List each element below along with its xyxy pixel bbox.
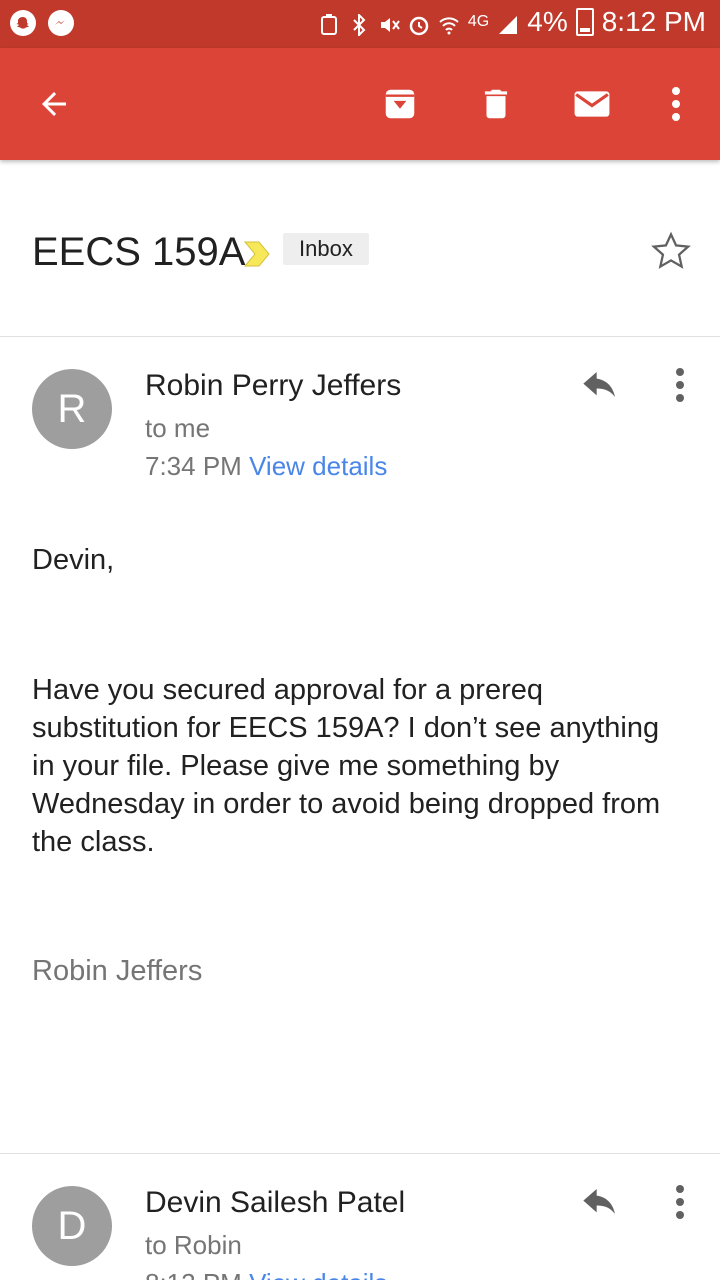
archive-button[interactable] xyxy=(372,76,428,132)
bluetooth-icon xyxy=(348,11,370,38)
message-body: Have you secured approval for a prereq s… xyxy=(32,674,661,858)
message-greeting: Devin, xyxy=(32,544,115,576)
message-time: 8:12 PM xyxy=(145,1268,242,1280)
view-details-link[interactable]: View details xyxy=(249,1268,387,1280)
mute-icon xyxy=(378,11,400,33)
message-card: D Devin Sailesh Patel to Robin 8:12 PM V… xyxy=(0,1154,720,1280)
subject-row: EECS 159A Inbox xyxy=(0,160,720,337)
alarm-icon xyxy=(408,11,430,36)
thread-subject: EECS 159A xyxy=(32,230,246,274)
archive-icon xyxy=(385,89,415,119)
messenger-icon xyxy=(48,10,74,36)
clock: 8:12 PM xyxy=(601,6,706,37)
overflow-menu-button[interactable] xyxy=(648,76,704,132)
network-type: 4G xyxy=(467,13,490,30)
importance-marker-icon[interactable] xyxy=(243,240,271,268)
delete-button[interactable] xyxy=(468,76,524,132)
view-details-link[interactable]: View details xyxy=(249,451,387,481)
wifi-icon xyxy=(438,11,460,35)
mark-unread-icon xyxy=(574,91,610,117)
battery-saver-icon xyxy=(318,11,340,35)
overflow-menu-icon xyxy=(672,87,680,121)
message-more-button[interactable] xyxy=(660,357,700,413)
delete-icon xyxy=(484,89,508,119)
avatar[interactable]: D xyxy=(32,1186,112,1266)
snapchat-icon xyxy=(10,10,36,36)
message-signature: Robin Jeffers xyxy=(32,955,203,987)
app-bar xyxy=(0,48,720,160)
sender-name[interactable]: Devin Sailesh Patel xyxy=(145,1186,405,1220)
more-vert-icon xyxy=(676,368,684,402)
reply-button[interactable] xyxy=(572,359,628,415)
back-button[interactable] xyxy=(26,76,82,132)
status-bar: 4G 4% 8:12 PM xyxy=(0,0,720,48)
recipient-line: to me xyxy=(145,413,211,443)
timestamp-line: 7:34 PM View details xyxy=(145,451,387,482)
message-card: R Robin Perry Jeffers to me 7:34 PM View… xyxy=(0,337,720,1153)
star-icon[interactable] xyxy=(650,230,692,272)
reply-button[interactable] xyxy=(572,1176,628,1232)
inbox-label[interactable]: Inbox xyxy=(283,233,369,265)
message-more-button[interactable] xyxy=(660,1174,700,1230)
timestamp-line: 8:12 PM View details xyxy=(145,1268,387,1280)
back-arrow-icon xyxy=(42,92,66,116)
avatar[interactable]: R xyxy=(32,369,112,449)
message-time: 7:34 PM xyxy=(145,451,242,481)
battery-icon xyxy=(575,8,594,36)
recipient-line: to Robin xyxy=(145,1230,242,1260)
sender-name[interactable]: Robin Perry Jeffers xyxy=(145,369,401,403)
reply-icon xyxy=(583,1189,615,1214)
mark-unread-button[interactable] xyxy=(564,76,620,132)
more-vert-icon xyxy=(676,1185,684,1219)
battery-percent: 4% xyxy=(527,6,568,37)
signal-icon xyxy=(497,11,519,34)
reply-icon xyxy=(583,372,615,397)
